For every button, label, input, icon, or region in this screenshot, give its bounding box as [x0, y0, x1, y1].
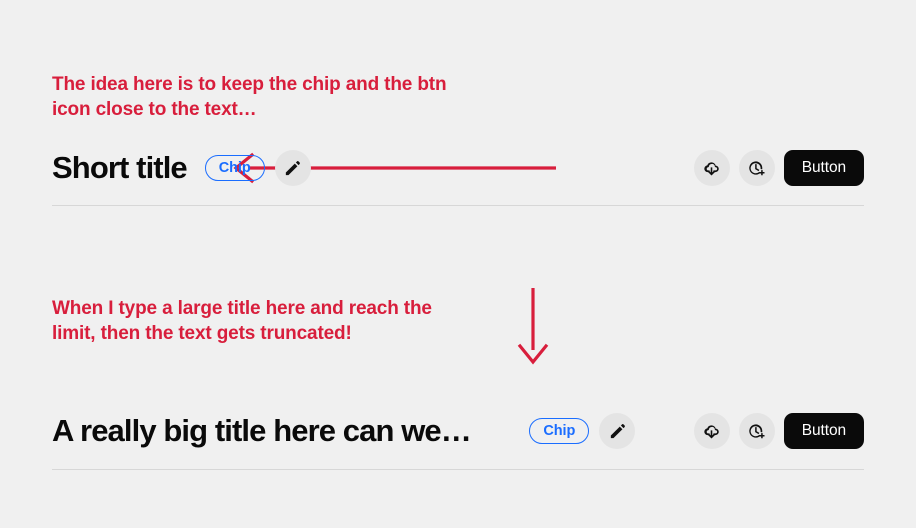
title-adornments-bottom: Chip — [529, 413, 636, 449]
history-add-button[interactable] — [738, 150, 775, 186]
clock-plus-icon — [747, 422, 766, 441]
arrow-down-icon — [517, 288, 549, 365]
edit-button[interactable] — [274, 150, 311, 186]
pencil-icon — [283, 159, 302, 178]
pencil-icon — [608, 422, 627, 441]
header-row-short-title: Short title Chip Button — [52, 146, 864, 190]
annotation-text-bottom: When I type a large title here and reach… — [52, 298, 432, 344]
chip-badge[interactable]: Chip — [204, 155, 265, 181]
history-add-button[interactable] — [738, 413, 775, 449]
edit-button[interactable] — [599, 413, 636, 449]
page-title-long: A really big title here can we… — [52, 413, 472, 448]
download-button[interactable] — [693, 150, 730, 186]
primary-button[interactable]: Button — [783, 150, 864, 186]
title-adornments-top: Chip — [204, 150, 311, 186]
primary-button[interactable]: Button — [783, 413, 864, 449]
download-button[interactable] — [693, 413, 730, 449]
page-title-short: Short title — [52, 150, 187, 185]
chip-badge[interactable]: Chip — [529, 418, 590, 444]
cloud-download-icon — [702, 159, 721, 178]
divider-bottom — [52, 469, 864, 470]
cloud-download-icon — [702, 422, 721, 441]
header-row-long-title: A really big title here can we… Chip But… — [52, 409, 864, 453]
header-actions-bottom: Button — [693, 413, 864, 449]
annotation-text-top: The idea here is to keep the chip and th… — [52, 74, 447, 120]
header-actions-top: Button — [693, 150, 864, 186]
divider-top — [52, 205, 864, 206]
clock-plus-icon — [747, 159, 766, 178]
